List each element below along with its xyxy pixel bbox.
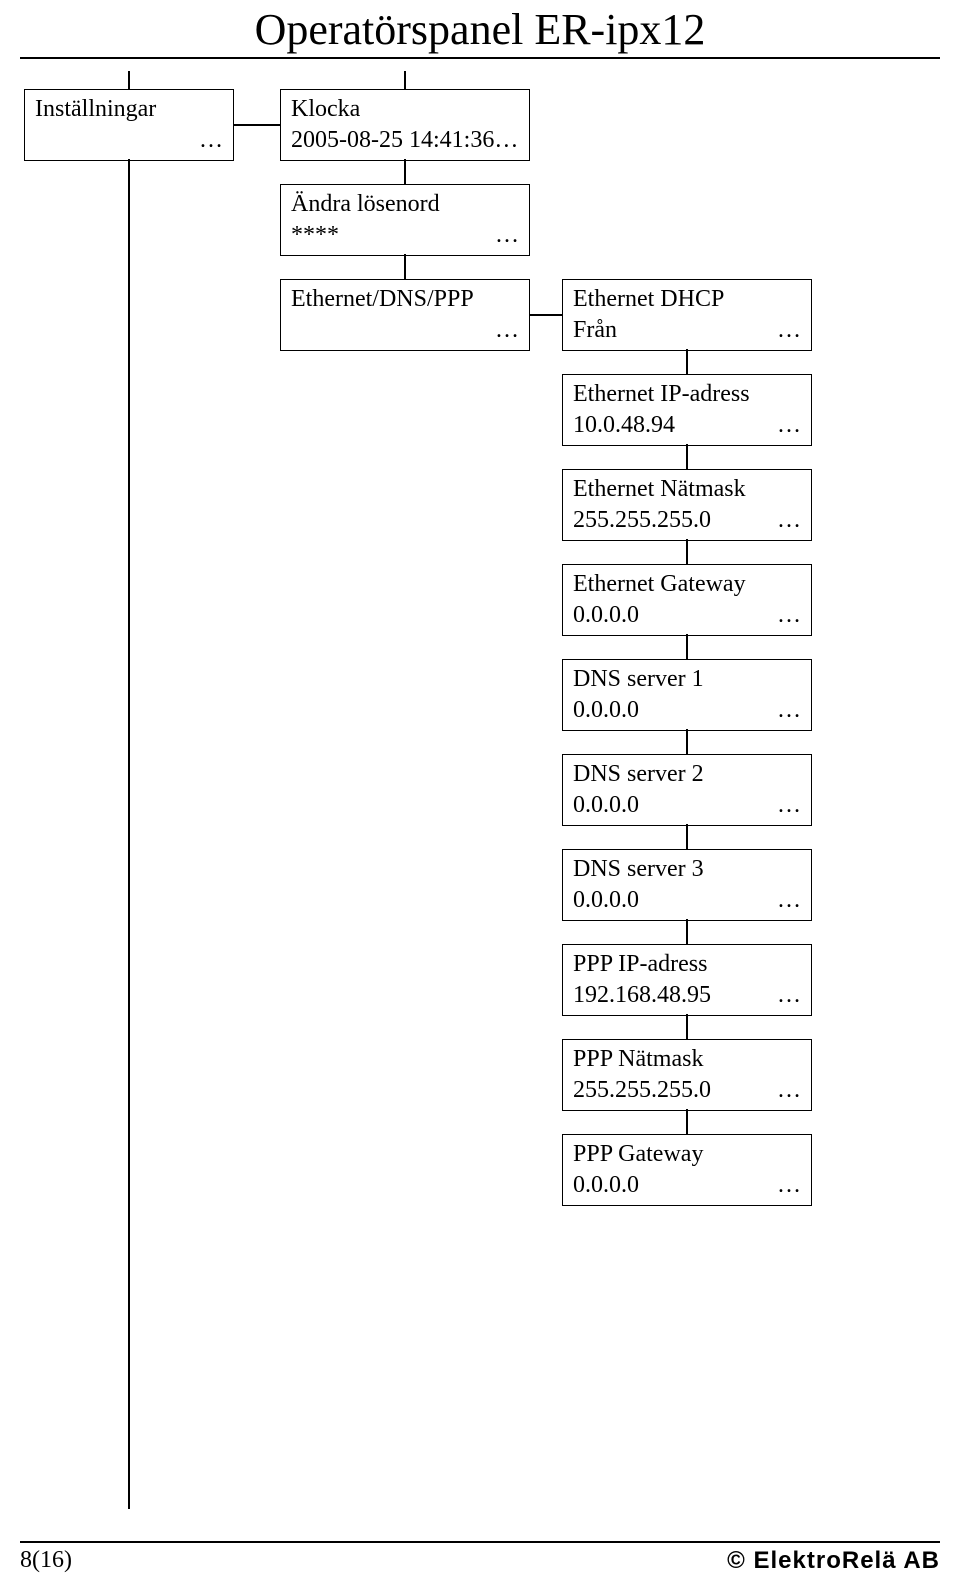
- node-label: PPP Gateway: [573, 1139, 801, 1170]
- ellipsis: …: [495, 220, 519, 251]
- connector: [686, 444, 688, 469]
- node-value: ****: [291, 220, 339, 251]
- ellipsis: …: [777, 1170, 801, 1201]
- connector: [404, 254, 406, 279]
- connector: [686, 634, 688, 659]
- node-value: 0.0.0.0: [573, 600, 639, 631]
- connector: [530, 314, 562, 316]
- connector: [404, 71, 406, 89]
- node-value: 0.0.0.0: [573, 695, 639, 726]
- node-dns1: DNS server 1 0.0.0.0 …: [562, 659, 812, 731]
- ellipsis: …: [777, 1075, 801, 1106]
- node-label: DNS server 3: [573, 854, 801, 885]
- node-value: 255.255.255.0: [573, 505, 711, 536]
- node-label: PPP Nätmask: [573, 1044, 801, 1075]
- node-label: Klocka: [291, 94, 519, 125]
- node-label: Ethernet DHCP: [573, 284, 801, 315]
- connector: [128, 159, 130, 1509]
- node-andra-losenord: Ändra lösenord **** …: [280, 184, 530, 256]
- node-ppp-netmask: PPP Nätmask 255.255.255.0 …: [562, 1039, 812, 1111]
- node-label: Ethernet Gateway: [573, 569, 801, 600]
- node-value: 0.0.0.0: [573, 790, 639, 821]
- page-number: 8(16): [20, 1547, 72, 1575]
- node-value: 0.0.0.0: [573, 885, 639, 916]
- node-value: 255.255.255.0: [573, 1075, 711, 1106]
- page-footer: 8(16) © ElektroRelä AB: [20, 1541, 940, 1575]
- node-ethernet-gateway: Ethernet Gateway 0.0.0.0 …: [562, 564, 812, 636]
- node-label: Ethernet IP-adress: [573, 379, 801, 410]
- ellipsis: …: [777, 790, 801, 821]
- node-value: 192.168.48.95: [573, 980, 711, 1011]
- connector: [686, 349, 688, 374]
- node-label: Ethernet Nätmask: [573, 474, 801, 505]
- connector: [234, 124, 280, 126]
- connector: [686, 1014, 688, 1039]
- title-underline: [20, 57, 940, 59]
- connector: [686, 539, 688, 564]
- connector: [686, 1109, 688, 1134]
- node-dns2: DNS server 2 0.0.0.0 …: [562, 754, 812, 826]
- node-label: Ändra lösenord: [291, 189, 519, 220]
- ellipsis: …: [777, 980, 801, 1011]
- ellipsis: …: [777, 600, 801, 631]
- ellipsis: …: [777, 315, 801, 346]
- connector: [686, 729, 688, 754]
- node-value: Från: [573, 315, 617, 346]
- node-ethernet-dns-ppp: Ethernet/DNS/PPP …: [280, 279, 530, 351]
- node-ppp-gateway: PPP Gateway 0.0.0.0 …: [562, 1134, 812, 1206]
- node-installningar: Inställningar …: [24, 89, 234, 161]
- copyright: © ElektroRelä AB: [727, 1547, 940, 1575]
- node-label: Inställningar: [35, 94, 223, 125]
- connector: [404, 159, 406, 184]
- ellipsis: …: [199, 125, 223, 156]
- node-ethernet-dhcp: Ethernet DHCP Från …: [562, 279, 812, 351]
- node-label: DNS server 2: [573, 759, 801, 790]
- ellipsis: …: [777, 505, 801, 536]
- node-value: 0.0.0.0: [573, 1170, 639, 1201]
- connector: [128, 71, 130, 89]
- ellipsis: …: [777, 410, 801, 441]
- connector: [686, 919, 688, 944]
- ellipsis: …: [777, 695, 801, 726]
- connector: [686, 824, 688, 849]
- node-value: 2005-08-25 14:41:36…: [291, 125, 518, 156]
- node-klocka: Klocka 2005-08-25 14:41:36…: [280, 89, 530, 161]
- node-label: PPP IP-adress: [573, 949, 801, 980]
- node-ppp-ip: PPP IP-adress 192.168.48.95 …: [562, 944, 812, 1016]
- node-ethernet-ip: Ethernet IP-adress 10.0.48.94 …: [562, 374, 812, 446]
- ellipsis: …: [495, 315, 519, 346]
- node-dns3: DNS server 3 0.0.0.0 …: [562, 849, 812, 921]
- node-label: Ethernet/DNS/PPP: [291, 284, 519, 315]
- page-title: Operatörspanel ER-ipx12: [0, 0, 960, 55]
- node-value: 10.0.48.94: [573, 410, 675, 441]
- ellipsis: …: [777, 885, 801, 916]
- node-label: DNS server 1: [573, 664, 801, 695]
- node-ethernet-netmask: Ethernet Nätmask 255.255.255.0 …: [562, 469, 812, 541]
